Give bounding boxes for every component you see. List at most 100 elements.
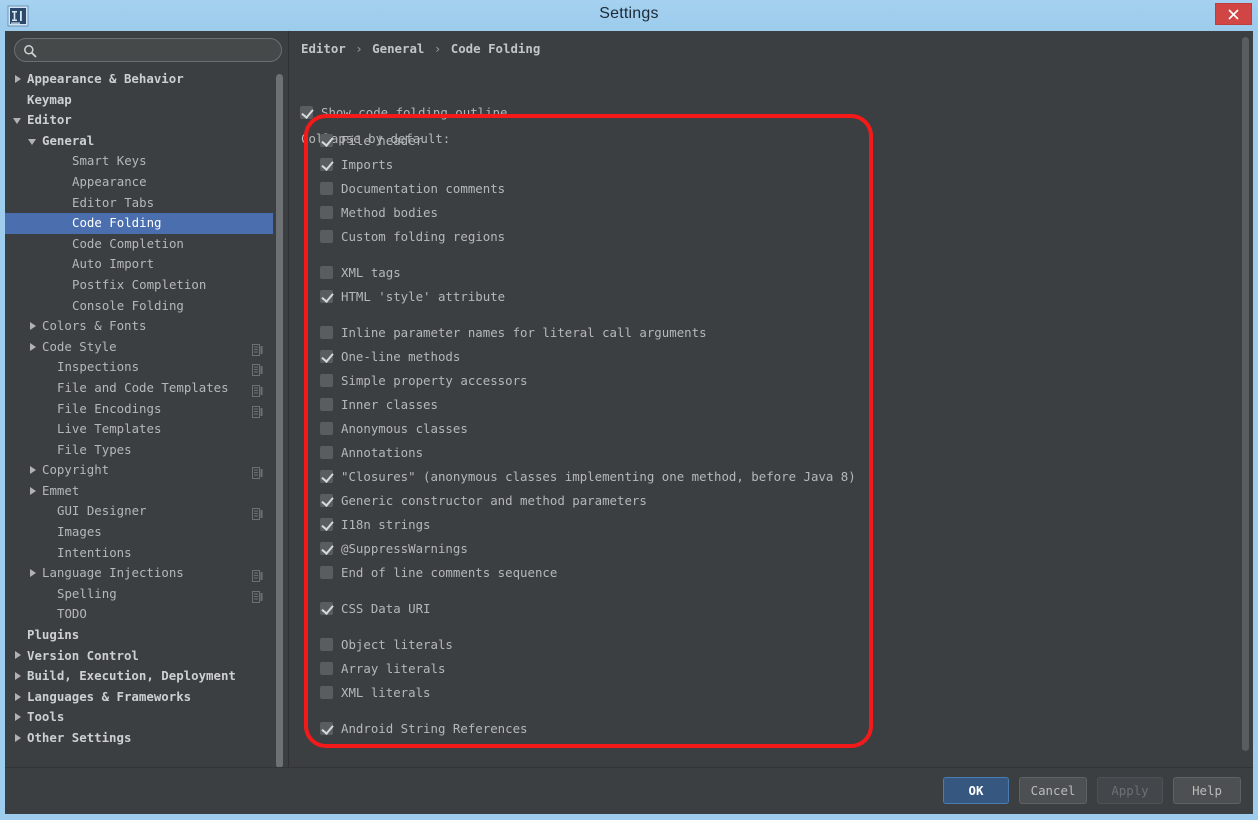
fold-option-suppresswarnings[interactable]: @SuppressWarnings	[320, 536, 880, 560]
sidebar-item-colors-fonts[interactable]: Colors & Fonts	[5, 316, 273, 337]
sidebar-item-intentions[interactable]: Intentions	[5, 543, 273, 564]
chevron-right-icon[interactable]	[28, 568, 39, 579]
sidebar-item-code-completion[interactable]: Code Completion	[5, 234, 273, 255]
chevron-right-icon[interactable]	[13, 692, 24, 703]
chevron-right-icon[interactable]	[13, 733, 24, 744]
ok-button[interactable]: OK	[943, 777, 1009, 804]
fold-option-annotations[interactable]: Annotations	[320, 440, 880, 464]
fold-option-label: Imports	[341, 157, 393, 172]
sidebar-item-label: Postfix Completion	[72, 275, 206, 296]
fold-option-anonymous-classes[interactable]: Anonymous classes	[320, 416, 880, 440]
sidebar-item-version-control[interactable]: Version Control	[5, 646, 273, 667]
chevron-right-icon[interactable]	[13, 74, 24, 85]
fold-option-array-literals[interactable]: Array literals	[320, 656, 880, 680]
sidebar-item-auto-import[interactable]: Auto Import	[5, 254, 273, 275]
sidebar-item-editor[interactable]: Editor	[5, 110, 273, 131]
sidebar-item-build-execution-deployment[interactable]: Build, Execution, Deployment	[5, 666, 273, 687]
sidebar-item-tools[interactable]: Tools	[5, 707, 273, 728]
checkbox-indicator	[320, 542, 333, 555]
content-scrollbar[interactable]	[1241, 34, 1250, 764]
chevron-right-icon[interactable]	[28, 486, 39, 497]
sidebar-item-smart-keys[interactable]: Smart Keys	[5, 151, 273, 172]
fold-option-html-style-attribute[interactable]: HTML 'style' attribute	[320, 284, 880, 308]
chevron-right-icon[interactable]	[13, 650, 24, 661]
fold-option-simple-property-accessors[interactable]: Simple property accessors	[320, 368, 880, 392]
content-scrollbar-thumb[interactable]	[1242, 37, 1249, 751]
fold-option-inner-classes[interactable]: Inner classes	[320, 392, 880, 416]
sidebar-item-label: Appearance	[72, 172, 147, 193]
sidebar-item-code-style[interactable]: Code Style	[5, 337, 273, 358]
chevron-right-icon[interactable]	[13, 671, 24, 682]
fold-option-file-header[interactable]: File header	[320, 128, 880, 152]
sidebar-item-console-folding[interactable]: Console Folding	[5, 296, 273, 317]
chevron-right-icon[interactable]	[13, 712, 24, 723]
close-button[interactable]	[1215, 3, 1252, 25]
sidebar-scrollbar[interactable]	[275, 71, 284, 771]
fold-option-xml-tags[interactable]: XML tags	[320, 260, 880, 284]
sidebar-item-appearance-behavior[interactable]: Appearance & Behavior	[5, 69, 273, 90]
checkbox-indicator	[320, 230, 333, 243]
option-group-separator	[320, 584, 880, 596]
search-icon	[23, 43, 37, 57]
sidebar-item-languages-frameworks[interactable]: Languages & Frameworks	[5, 687, 273, 708]
chevron-down-icon[interactable]	[13, 115, 24, 126]
sidebar-item-todo[interactable]: TODO	[5, 604, 273, 625]
sidebar-item-file-encodings[interactable]: File Encodings	[5, 399, 273, 420]
help-button[interactable]: Help	[1173, 777, 1241, 804]
sidebar-item-appearance[interactable]: Appearance	[5, 172, 273, 193]
fold-option-css-data-uri[interactable]: CSS Data URI	[320, 596, 880, 620]
checkbox-indicator	[320, 134, 333, 147]
search-input[interactable]	[41, 41, 277, 61]
chevron-right-icon[interactable]	[28, 465, 39, 476]
cancel-button[interactable]: Cancel	[1019, 777, 1087, 804]
tree-indent-spacer	[58, 259, 69, 270]
sidebar-item-gui-designer[interactable]: GUI Designer	[5, 501, 273, 522]
fold-option-label: Method bodies	[341, 205, 438, 220]
fold-option-closures-anonymous-classes-implementing-one-method-before-java-8[interactable]: "Closures" (anonymous classes implementi…	[320, 464, 880, 488]
fold-option-inline-parameter-names-for-literal-call-arguments[interactable]: Inline parameter names for literal call …	[320, 320, 880, 344]
sidebar-item-spelling[interactable]: Spelling	[5, 584, 273, 605]
sidebar-item-emmet[interactable]: Emmet	[5, 481, 273, 502]
sidebar-item-file-types[interactable]: File Types	[5, 440, 273, 461]
checkbox-indicator	[320, 158, 333, 171]
tree-indent-spacer	[43, 609, 54, 620]
breadcrumb-item: Editor	[301, 41, 346, 56]
fold-option-method-bodies[interactable]: Method bodies	[320, 200, 880, 224]
chevron-down-icon[interactable]	[28, 136, 39, 147]
sidebar-item-code-folding[interactable]: Code Folding	[5, 213, 273, 234]
chevron-right-icon[interactable]	[28, 342, 39, 353]
window-title: Settings	[0, 5, 1258, 23]
chevron-right-icon[interactable]	[28, 321, 39, 332]
sidebar-item-postfix-completion[interactable]: Postfix Completion	[5, 275, 273, 296]
search-box[interactable]	[14, 38, 282, 62]
fold-option-object-literals[interactable]: Object literals	[320, 632, 880, 656]
sidebar-scrollbar-thumb[interactable]	[276, 74, 283, 768]
fold-option-android-string-references[interactable]: Android String References	[320, 716, 880, 740]
sidebar-item-label: Auto Import	[72, 254, 154, 275]
fold-option-documentation-comments[interactable]: Documentation comments	[320, 176, 880, 200]
sidebar-item-images[interactable]: Images	[5, 522, 273, 543]
fold-option-one-line-methods[interactable]: One-line methods	[320, 344, 880, 368]
sidebar-item-copyright[interactable]: Copyright	[5, 460, 273, 481]
fold-option-generic-constructor-and-method-parameters[interactable]: Generic constructor and method parameter…	[320, 488, 880, 512]
sidebar-item-keymap[interactable]: Keymap	[5, 90, 273, 111]
sidebar-item-file-and-code-templates[interactable]: File and Code Templates	[5, 378, 273, 399]
fold-option-xml-literals[interactable]: XML literals	[320, 680, 880, 704]
sidebar-item-editor-tabs[interactable]: Editor Tabs	[5, 193, 273, 214]
fold-option-end-of-line-comments-sequence[interactable]: End of line comments sequence	[320, 560, 880, 584]
sidebar-item-plugins[interactable]: Plugins	[5, 625, 273, 646]
sidebar-item-general[interactable]: General	[5, 131, 273, 152]
sidebar-item-language-injections[interactable]: Language Injections	[5, 563, 273, 584]
sidebar-item-label: General	[42, 131, 94, 152]
checkbox-indicator	[320, 470, 333, 483]
fold-option-custom-folding-regions[interactable]: Custom folding regions	[320, 224, 880, 248]
fold-option-i18n-strings[interactable]: I18n strings	[320, 512, 880, 536]
sidebar-item-other-settings[interactable]: Other Settings	[5, 728, 273, 749]
fold-option-imports[interactable]: Imports	[320, 152, 880, 176]
sidebar-item-live-templates[interactable]: Live Templates	[5, 419, 273, 440]
tree-indent-spacer	[43, 527, 54, 538]
project-scope-icon	[252, 464, 263, 476]
sidebar-item-inspections[interactable]: Inspections	[5, 357, 273, 378]
show-code-folding-outline-checkbox[interactable]: Show code folding outline	[300, 105, 508, 120]
settings-tree[interactable]: Appearance & BehaviorKeymapEditorGeneral…	[5, 69, 273, 749]
